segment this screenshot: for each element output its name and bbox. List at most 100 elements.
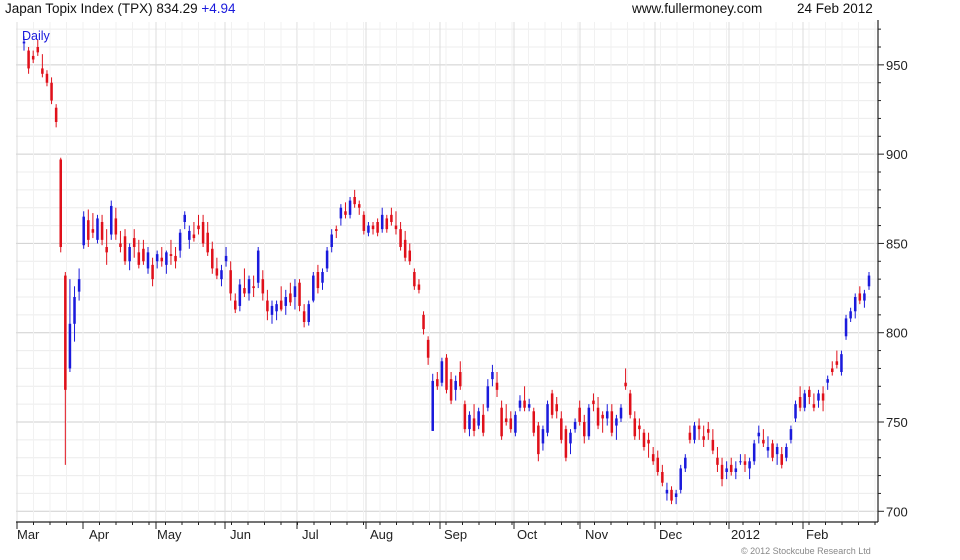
candle-body	[527, 404, 531, 408]
period-label: Daily	[22, 29, 51, 43]
candle-body	[449, 379, 453, 401]
candle-body	[601, 414, 604, 419]
candle-body	[206, 232, 209, 253]
candle-body	[27, 50, 30, 69]
candle-body	[615, 418, 618, 426]
candle-body	[748, 461, 751, 469]
candle-body	[459, 372, 462, 387]
candle-body	[233, 300, 237, 310]
candle-body	[367, 225, 370, 233]
candle-body	[628, 393, 632, 415]
x-tick-label: Feb	[806, 527, 828, 542]
candle-body	[339, 207, 343, 219]
candle-body	[523, 400, 526, 408]
x-tick-label: May	[157, 527, 182, 542]
candle-body	[697, 425, 701, 430]
candle-body	[211, 248, 214, 269]
candle-body	[541, 429, 545, 444]
candle-body	[243, 288, 246, 294]
candle-body	[789, 429, 793, 440]
candle-body	[853, 297, 857, 312]
candle-body	[275, 304, 278, 312]
candle-body	[330, 234, 333, 247]
y-tick-label: 750	[886, 415, 908, 430]
candle-body	[270, 305, 274, 315]
candle-body	[605, 411, 609, 419]
candle-body	[178, 232, 182, 251]
candle-body	[651, 454, 655, 462]
candle-body	[766, 447, 770, 451]
candle-body	[624, 382, 627, 387]
candle-body	[284, 297, 288, 306]
x-tick-label: Dec	[659, 527, 683, 542]
candle-body	[826, 379, 829, 383]
candle-body	[289, 293, 292, 303]
candle-body	[385, 218, 389, 230]
candle-body	[36, 47, 40, 53]
candle-body	[858, 293, 862, 301]
candle-body	[514, 414, 517, 433]
candle-body	[560, 418, 563, 440]
candle-body	[247, 279, 251, 294]
candle-body	[68, 323, 72, 369]
candle-body	[201, 222, 205, 244]
candle-body	[665, 489, 669, 494]
candle-body	[413, 272, 416, 287]
candle-body	[785, 447, 788, 458]
copyright-notice: © 2012 Stockcube Research Ltd	[741, 546, 871, 556]
candle-body	[849, 311, 852, 319]
candle-body	[863, 293, 866, 301]
candle-body	[41, 68, 44, 74]
y-tick-label: 800	[886, 326, 908, 341]
candle-body	[54, 107, 58, 122]
candle-body	[128, 247, 131, 262]
candle-body	[215, 268, 219, 276]
candle-body	[252, 286, 255, 289]
candle-body	[798, 397, 802, 408]
x-tick-label: 2012	[731, 527, 760, 542]
candle-body	[394, 225, 398, 230]
candle-body	[344, 211, 347, 215]
candle-body	[91, 229, 95, 233]
candle-body	[830, 368, 834, 372]
candle-body	[100, 222, 104, 240]
candle-body	[780, 454, 784, 465]
candle-body	[371, 225, 375, 230]
candle-body	[812, 404, 816, 408]
candle-body	[82, 216, 85, 246]
candle-body	[45, 73, 49, 83]
candle-body	[569, 432, 572, 444]
candle-body	[169, 254, 173, 256]
candle-body	[123, 236, 127, 262]
candle-body	[546, 404, 549, 433]
candle-body	[720, 464, 724, 480]
candle-body	[266, 300, 269, 312]
candle-body	[771, 443, 774, 458]
candle-body	[472, 418, 476, 431]
candle-body	[840, 354, 843, 372]
candle-body	[794, 404, 797, 419]
candle-body	[417, 284, 421, 290]
candle-body	[454, 380, 457, 390]
candle-body	[835, 361, 839, 365]
candle-body	[440, 361, 444, 383]
candle-body	[587, 407, 591, 437]
candle-body	[316, 272, 320, 289]
candle-body	[596, 407, 600, 426]
candle-body	[491, 372, 494, 380]
candle-body	[31, 55, 35, 60]
candle-body	[808, 389, 811, 397]
candle-body	[408, 250, 412, 262]
candle-body	[348, 200, 352, 215]
candle-body	[302, 311, 306, 322]
candle-body	[321, 272, 324, 283]
candle-body	[537, 425, 540, 455]
candle-body	[390, 214, 393, 222]
candle-body	[743, 461, 747, 465]
candle-body	[50, 82, 53, 101]
candle-body	[426, 339, 430, 358]
candle-body	[155, 254, 159, 262]
candle-body	[592, 400, 595, 405]
candle-body	[59, 159, 63, 247]
candle-body	[610, 411, 614, 433]
